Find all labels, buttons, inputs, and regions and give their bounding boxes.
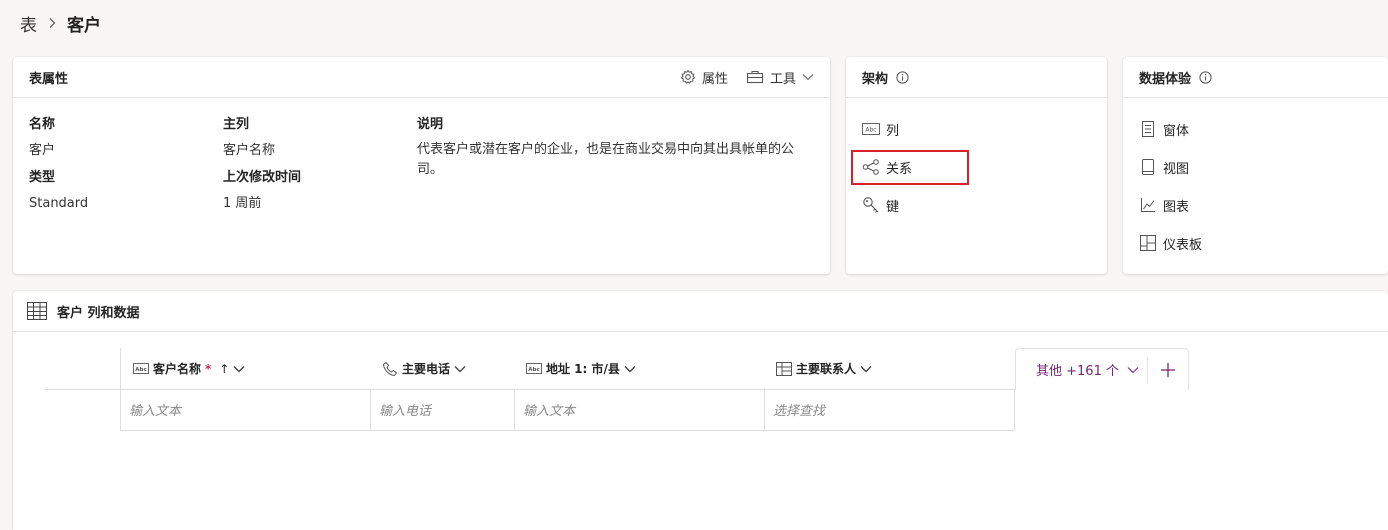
gear-icon xyxy=(680,69,696,85)
plus-icon xyxy=(1160,362,1176,378)
form-icon xyxy=(1139,120,1157,138)
columns-and-data-card: 客户 列和数据 Abc 客户名称 * ↑ 输入文本 主要电话 输入电话 Abc … xyxy=(13,291,1388,530)
primary-contact-input-cell[interactable]: 选择查找 xyxy=(764,389,1015,431)
chevron-down-icon xyxy=(233,365,245,373)
account-name-input-cell[interactable]: 输入文本 xyxy=(120,389,370,431)
more-columns-label: 其他 +161 个 xyxy=(1036,364,1119,379)
experience-item-label: 视图 xyxy=(1163,161,1190,177)
schema-item-columns[interactable]: Abc 列 xyxy=(846,110,1107,148)
schema-item-relationships[interactable]: 关系 xyxy=(846,148,1107,186)
schema-links: Abc 列 关系 键 xyxy=(846,98,1107,224)
card-title: 架构 xyxy=(862,71,889,87)
description-label: 说明 xyxy=(417,117,444,132)
table-properties-header: 表属性 属性 工具 xyxy=(13,57,830,98)
primary-column-label: 主列 xyxy=(223,117,250,132)
section-title: 客户 列和数据 xyxy=(57,305,140,321)
grid-column-city: Abc 地址 1: 市/县 输入文本 xyxy=(514,348,764,431)
table-icon xyxy=(27,302,47,320)
info-icon[interactable] xyxy=(896,70,909,84)
svg-text:Abc: Abc xyxy=(528,367,539,373)
lookup-icon xyxy=(776,361,792,376)
column-header-label: 地址 1: 市/县 xyxy=(546,362,620,376)
header-actions: 属性 工具 xyxy=(662,68,814,87)
column-header-city[interactable]: Abc 地址 1: 市/县 xyxy=(514,348,764,389)
relationship-icon xyxy=(862,158,880,176)
experience-item-label: 窗体 xyxy=(1163,123,1190,139)
more-columns-toolbar: 其他 +161 个 xyxy=(1015,348,1189,390)
add-column-button[interactable] xyxy=(1148,349,1188,390)
properties-button[interactable]: 属性 xyxy=(680,68,728,87)
breadcrumb: 表 客户 xyxy=(20,10,101,36)
schema-item-label: 键 xyxy=(886,199,900,215)
experience-item-label: 图表 xyxy=(1163,199,1190,215)
chevron-down-icon xyxy=(454,365,466,373)
tools-label: 工具 xyxy=(769,71,796,87)
experience-item-charts[interactable]: 图表 xyxy=(1123,186,1388,224)
primary-column-value: 客户名称 xyxy=(223,143,276,158)
grid-column-primary-contact: 主要联系人 选择查找 xyxy=(764,348,1015,431)
abc-text-icon: Abc xyxy=(133,363,149,374)
schema-item-label: 列 xyxy=(886,123,900,139)
tools-dropdown[interactable]: 工具 xyxy=(746,68,814,87)
view-icon xyxy=(1139,158,1157,176)
properties-label: 属性 xyxy=(701,71,728,87)
breadcrumb-current: 客户 xyxy=(67,15,101,36)
last-modified-value: 1 周前 xyxy=(223,196,262,211)
chevron-down-icon xyxy=(802,73,814,81)
breadcrumb-tables-link[interactable]: 表 xyxy=(20,11,37,36)
description-value: 代表客户或潜在客户的企业，也是在商业交易中向其出具帐单的公司。 xyxy=(417,142,795,177)
toolbox-icon xyxy=(746,70,764,84)
chevron-right-icon xyxy=(47,17,57,29)
experience-item-forms[interactable]: 窗体 xyxy=(1123,110,1388,148)
info-icon[interactable] xyxy=(1199,70,1212,84)
schema-item-label: 关系 xyxy=(886,161,913,177)
column-header-label: 客户名称 xyxy=(153,362,202,376)
city-input-cell[interactable]: 输入文本 xyxy=(514,389,764,431)
column-header-label: 主要联系人 xyxy=(796,362,857,376)
experience-item-dashboards[interactable]: 仪表板 xyxy=(1123,224,1388,262)
properties-column-3: 说明 代表客户或潜在客户的企业，也是在商业交易中向其出具帐单的公司。 xyxy=(417,116,812,180)
more-columns-button[interactable]: 其他 +161 个 xyxy=(1016,349,1147,390)
column-header-primary-contact[interactable]: 主要联系人 xyxy=(764,348,1015,389)
schema-header: 架构 xyxy=(846,57,1107,98)
experience-item-views[interactable]: 视图 xyxy=(1123,148,1388,186)
chart-icon xyxy=(1139,196,1157,214)
main-phone-input-cell[interactable]: 输入电话 xyxy=(370,389,514,431)
key-icon xyxy=(862,196,880,214)
columns-and-data-header: 客户 列和数据 xyxy=(13,291,1388,332)
type-label: 类型 xyxy=(29,170,56,185)
chevron-down-icon xyxy=(860,365,872,373)
chevron-down-icon xyxy=(624,365,636,373)
grid-column-account-name: Abc 客户名称 * ↑ 输入文本 xyxy=(120,348,370,431)
name-label: 名称 xyxy=(29,117,56,132)
schema-card: 架构 Abc 列 关系 键 xyxy=(846,57,1107,274)
properties-column-1: 名称 客户 类型 Standard xyxy=(29,116,88,222)
chevron-down-icon xyxy=(1127,366,1139,374)
type-value: Standard xyxy=(29,196,89,211)
last-modified-label: 上次修改时间 xyxy=(223,170,302,185)
sort-ascending-icon: ↑ xyxy=(219,361,230,376)
data-experiences-header: 数据体验 xyxy=(1123,57,1388,98)
column-header-main-phone[interactable]: 主要电话 xyxy=(370,348,514,389)
name-value: 客户 xyxy=(29,143,56,158)
required-marker: * xyxy=(205,361,212,376)
card-title: 数据体验 xyxy=(1139,71,1192,87)
experience-item-label: 仪表板 xyxy=(1163,237,1203,253)
abc-text-icon: Abc xyxy=(526,363,542,374)
column-header-label: 主要电话 xyxy=(402,362,451,376)
grid-column-main-phone: 主要电话 输入电话 xyxy=(370,348,514,431)
experience-links: 窗体 视图 图表 仪表板 xyxy=(1123,98,1388,262)
svg-text:Abc: Abc xyxy=(135,367,146,373)
data-experiences-card: 数据体验 窗体 视图 图表 仪表板 xyxy=(1123,57,1388,274)
dashboard-icon xyxy=(1139,234,1157,252)
schema-item-keys[interactable]: 键 xyxy=(846,186,1107,224)
properties-column-2: 主列 客户名称 上次修改时间 1 周前 xyxy=(223,116,301,222)
svg-text:Abc: Abc xyxy=(865,127,876,134)
card-title: 表属性 xyxy=(29,71,69,87)
table-properties-card: 表属性 属性 工具 名称 客户 类型 Standard 主列 客户名称 上次修改… xyxy=(13,57,830,274)
phone-icon xyxy=(382,361,398,377)
abc-text-icon: Abc xyxy=(862,120,880,138)
column-header-account-name[interactable]: Abc 客户名称 * ↑ xyxy=(120,348,370,389)
